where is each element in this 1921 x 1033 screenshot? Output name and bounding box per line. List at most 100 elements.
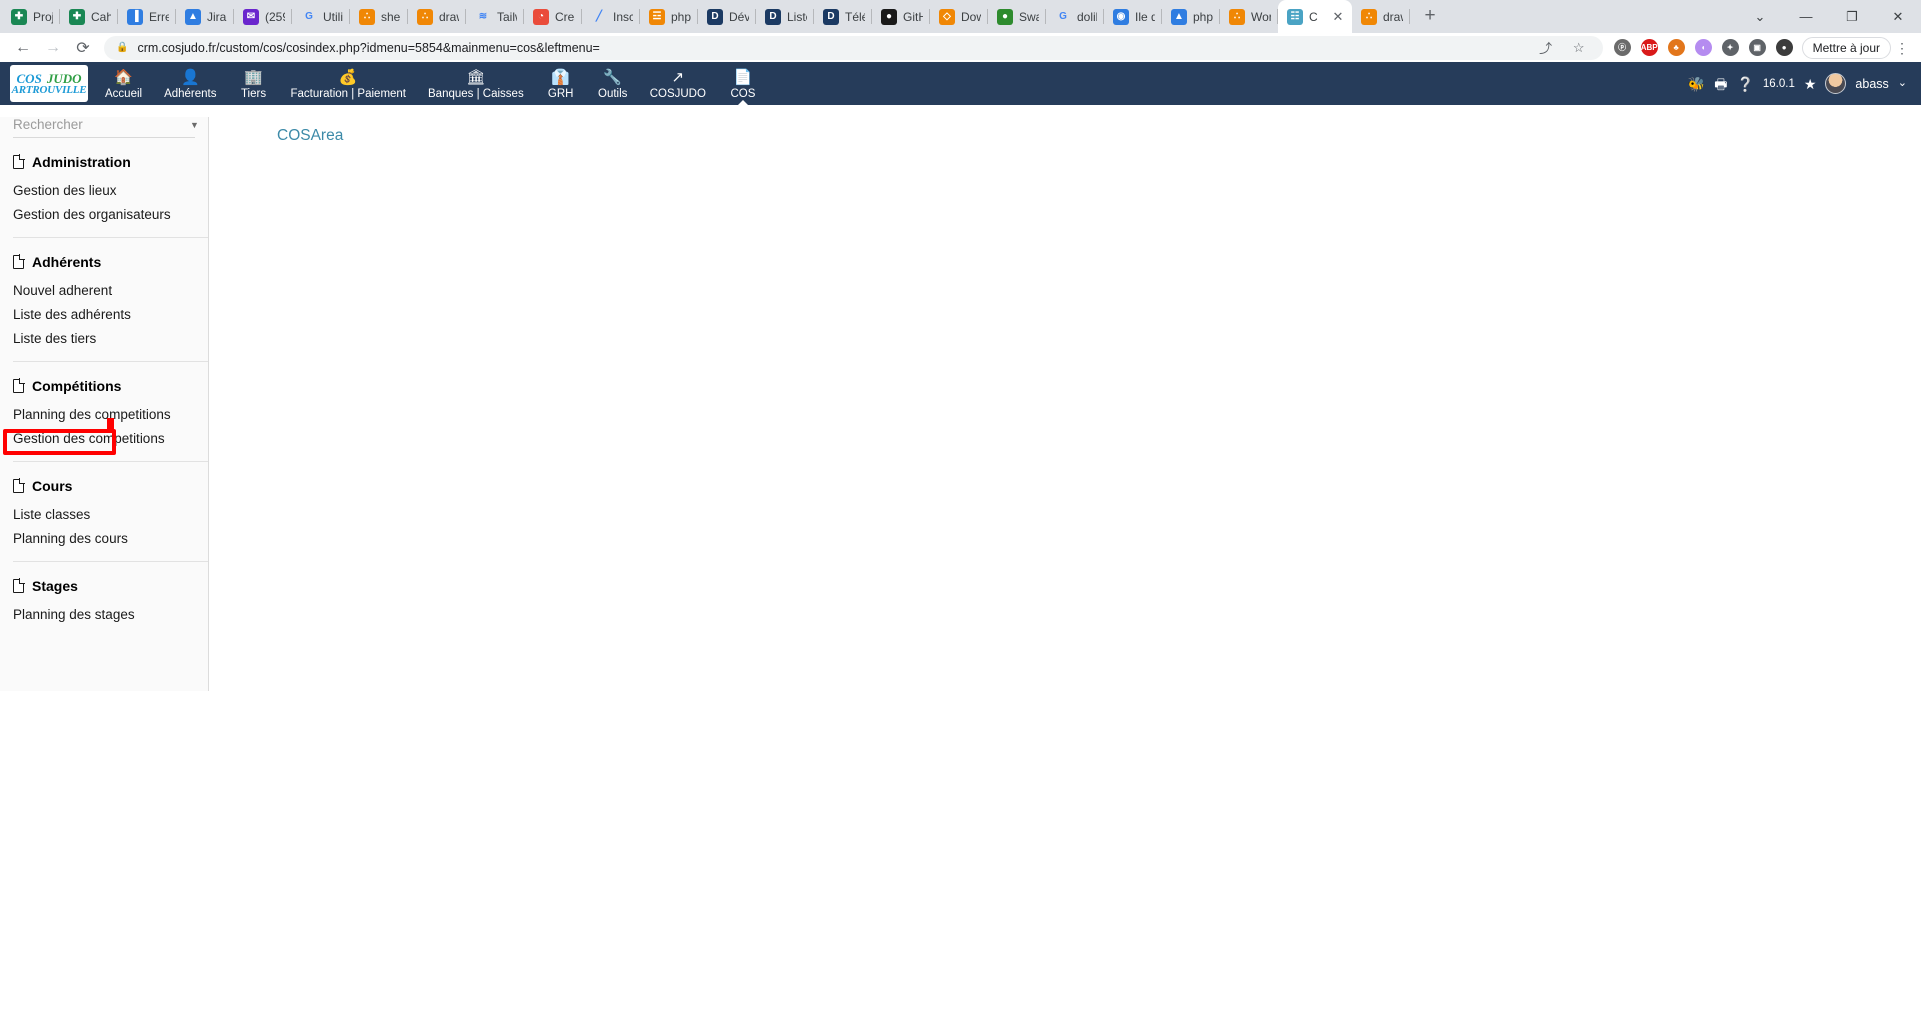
browser-tab[interactable]: D Téléc <box>814 0 872 33</box>
address-bar[interactable]: 🔒 crm.cosjudo.fr/custom/cos/cosindex.php… <box>104 35 1603 60</box>
browser-tab[interactable]: ◇ Down <box>930 0 988 33</box>
pen-icon: ╱ <box>595 10 603 22</box>
browser-tab[interactable]: G Utilis <box>292 0 350 33</box>
pinterest-extension[interactable]: ⓟ <box>1613 39 1631 56</box>
topbar-right: 🐝 🖶 ❔ 16.0.1 ★ abass ⌄ <box>1688 62 1921 105</box>
sidebar-link-gestion-des-lieux[interactable]: Gestion des lieux <box>13 179 208 203</box>
browser-tab[interactable]: ◔ Creat <box>524 0 582 33</box>
reload-button[interactable]: ⟳ <box>68 35 98 61</box>
sidebar-section-title: Cours <box>32 478 73 494</box>
sidebar-section-header: Compétitions <box>13 362 208 403</box>
browser-tab[interactable]: Gdolib <box>1046 0 1104 33</box>
sidebar-link-planning-des-cours[interactable]: Planning des cours <box>13 527 208 561</box>
tab-close-icon[interactable]: ✕ <box>1331 9 1345 25</box>
menu-item-label: Facturation | Paiement <box>290 87 407 100</box>
browser-tab[interactable]: D Déve <box>698 0 756 33</box>
browser-tab[interactable]: ● GitHu <box>872 0 930 33</box>
menu-item-label: Adhérents <box>164 87 217 100</box>
mail-icon: ✉ <box>243 8 259 25</box>
sidebar-section: Stages Planning des stages <box>13 561 208 637</box>
tab-title: draw <box>439 9 459 24</box>
version-label: 16.0.1 <box>1762 77 1795 90</box>
menu-item-grh[interactable]: 👔 GRH <box>535 62 587 105</box>
avatar[interactable] <box>1825 73 1847 94</box>
page-icon <box>13 378 25 393</box>
profile-avatar-icon[interactable]: ● <box>1775 39 1793 56</box>
adblock-plus-extension[interactable]: ABP <box>1640 39 1658 56</box>
puzzle-extensions-icon[interactable]: ✦ <box>1721 39 1739 56</box>
browser-tab[interactable]: ≋ Tailw <box>466 0 524 33</box>
trello-icon: ▐ <box>127 8 143 25</box>
browser-tab[interactable]: ∴ draw <box>1352 0 1410 33</box>
tab-title: Déve <box>729 9 749 24</box>
browser-tab[interactable]: ▲ Jira | <box>176 0 234 33</box>
forward-button[interactable]: → <box>38 35 68 61</box>
chevron-down-icon[interactable]: ⌄ <box>1898 78 1907 89</box>
tab-title: dolib <box>1077 9 1097 24</box>
new-tab-button[interactable]: + <box>1416 2 1444 30</box>
menu-item-adh-rents[interactable]: 👤 Adhérents <box>153 62 227 105</box>
sidebar-link-nouvel-adherent[interactable]: Nouvel adherent <box>13 279 208 303</box>
menu-item-banques-caisses[interactable]: 🏛 Banques | Caisses <box>417 62 535 105</box>
browser-tab[interactable]: ✚ Cahie <box>60 0 118 33</box>
browser-tab[interactable]: ╱ Inscr <box>582 0 640 33</box>
sidebar-link-gestion-des-organisateurs[interactable]: Gestion des organisateurs <box>13 203 208 237</box>
menu-item-accueil[interactable]: 🏠 Accueil <box>94 62 153 105</box>
star-icon[interactable]: ★ <box>1804 77 1817 91</box>
sidebar-link-gestion-des-competitions[interactable]: Gestion des competitions <box>13 427 208 461</box>
close-window-button[interactable]: ✕ <box>1875 0 1921 33</box>
search-input[interactable] <box>13 117 190 132</box>
bookmark-star-icon[interactable]: ☆ <box>1567 40 1591 56</box>
search-box[interactable]: ▼ <box>13 117 199 138</box>
sidebar-section: Administration Gestion des lieux Gestion d… <box>13 138 208 237</box>
sidebar-link-planning-des-stages[interactable]: Planning des stages <box>13 603 208 637</box>
logo-city-text: ARTROUVILLE <box>11 83 87 96</box>
chevron-down-icon[interactable]: ▼ <box>190 120 199 130</box>
browser-tab[interactable]: ◉ Ile de <box>1104 0 1162 33</box>
browser-tab[interactable]: ∴ Work <box>1220 0 1278 33</box>
sidebar-section: Adhérents Nouvel adherent Liste des adhére… <box>13 237 208 361</box>
browser-tab[interactable]: ☲ phpM <box>640 0 698 33</box>
employee-icon: 👔 <box>551 69 571 86</box>
tab-search-button[interactable]: ⌄ <box>1737 0 1783 33</box>
back-button[interactable]: ← <box>8 35 38 61</box>
tab-title: Creat <box>555 9 575 24</box>
logo[interactable]: COS JUDO ARTROUVILLE <box>10 65 88 102</box>
lock-icon: 🔒 <box>116 42 129 53</box>
page-title: COSArea <box>277 127 344 144</box>
purple-extension[interactable]: ◖ <box>1694 39 1712 56</box>
sourceforge-icon: ◇ <box>939 8 955 25</box>
sidepanel-icon[interactable]: ▣ <box>1748 39 1766 56</box>
bug-icon[interactable]: 🐝 <box>1688 77 1705 91</box>
google-icon: G <box>1059 10 1067 22</box>
minimize-button[interactable]: — <box>1783 0 1829 33</box>
browser-menu-button[interactable]: ⋮ <box>1891 41 1913 55</box>
tab-title: Erreu <box>149 9 169 24</box>
maximize-button[interactable]: ❐ <box>1829 0 1875 33</box>
browser-tab[interactable]: ✉ (2594 <box>234 0 292 33</box>
browser-tab[interactable]: D Liste <box>756 0 814 33</box>
menu-item-outils[interactable]: 🔧 Outils <box>587 62 639 105</box>
sidebar-link-liste-des-adh-rents[interactable]: Liste des adhérents <box>13 303 208 327</box>
metamask-extension[interactable]: ♣ <box>1667 39 1685 56</box>
home-icon: 🏠 <box>114 69 133 86</box>
update-button[interactable]: Mettre à jour <box>1801 36 1891 59</box>
menu-item-facturation-paiement[interactable]: 💰 Facturation | Paiement <box>280 62 418 105</box>
menu-item-tiers[interactable]: 🏢 Tiers <box>228 62 280 105</box>
browser-tab[interactable]: ▲ php - <box>1162 0 1220 33</box>
browser-tab[interactable]: ● Swag <box>988 0 1046 33</box>
browser-tab[interactable]: ✚ Proje <box>2 0 60 33</box>
share-icon[interactable]: ⤴ <box>1534 38 1558 57</box>
browser-tab[interactable]: ∴ draw <box>408 0 466 33</box>
sidebar-link-liste-des-tiers[interactable]: Liste des tiers <box>13 327 208 361</box>
browser-tab-active[interactable]: ☷ C ✕ <box>1278 0 1352 33</box>
sidebar-link-liste-classes[interactable]: Liste classes <box>13 503 208 527</box>
menu-item-cosjudo[interactable]: ↗ COSJUDO <box>639 62 717 105</box>
sidebar-link-planning-des-competitions[interactable]: Planning des competitions <box>13 403 208 427</box>
bank-icon: 🏛 <box>466 69 486 86</box>
menu-item-cos[interactable]: 📄 COS <box>717 62 769 105</box>
print-icon[interactable]: 🖶 <box>1714 77 1727 91</box>
browser-tab[interactable]: ∴ shem <box>350 0 408 33</box>
help-icon[interactable]: ❔ <box>1736 77 1753 91</box>
browser-tab[interactable]: ▐ Erreu <box>118 0 176 33</box>
